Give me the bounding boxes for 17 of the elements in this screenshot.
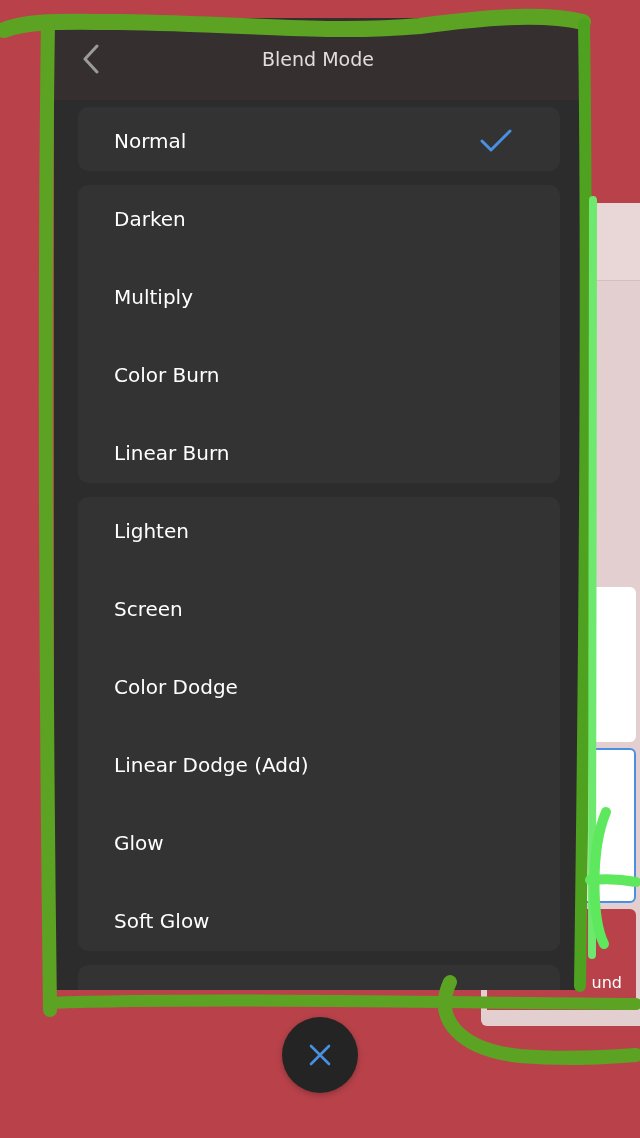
blend-mode-option[interactable]: Normal — [78, 107, 560, 171]
close-button[interactable] — [282, 1017, 358, 1093]
blend-mode-option[interactable]: Screen — [78, 575, 560, 639]
chevron-left-icon — [83, 44, 99, 74]
blend-mode-option[interactable]: Color Dodge — [78, 653, 560, 717]
blend-mode-option[interactable]: Lighten — [78, 497, 560, 561]
blend-mode-option[interactable]: Darken — [78, 185, 560, 249]
blend-mode-option[interactable]: Soft Glow — [78, 887, 560, 951]
blend-mode-option[interactable]: Glow — [78, 809, 560, 873]
blend-mode-option[interactable]: Linear Dodge (Add) — [78, 731, 560, 795]
blend-mode-option[interactable]: Linear Burn — [78, 419, 560, 483]
back-button[interactable] — [83, 44, 99, 74]
blend-mode-option[interactable]: Color Burn — [78, 341, 560, 405]
blend-mode-option[interactable]: Multiply — [78, 263, 560, 327]
layer-name: und — [591, 973, 622, 992]
close-icon — [308, 1043, 332, 1067]
sheet-title: Blend Mode — [262, 48, 374, 70]
